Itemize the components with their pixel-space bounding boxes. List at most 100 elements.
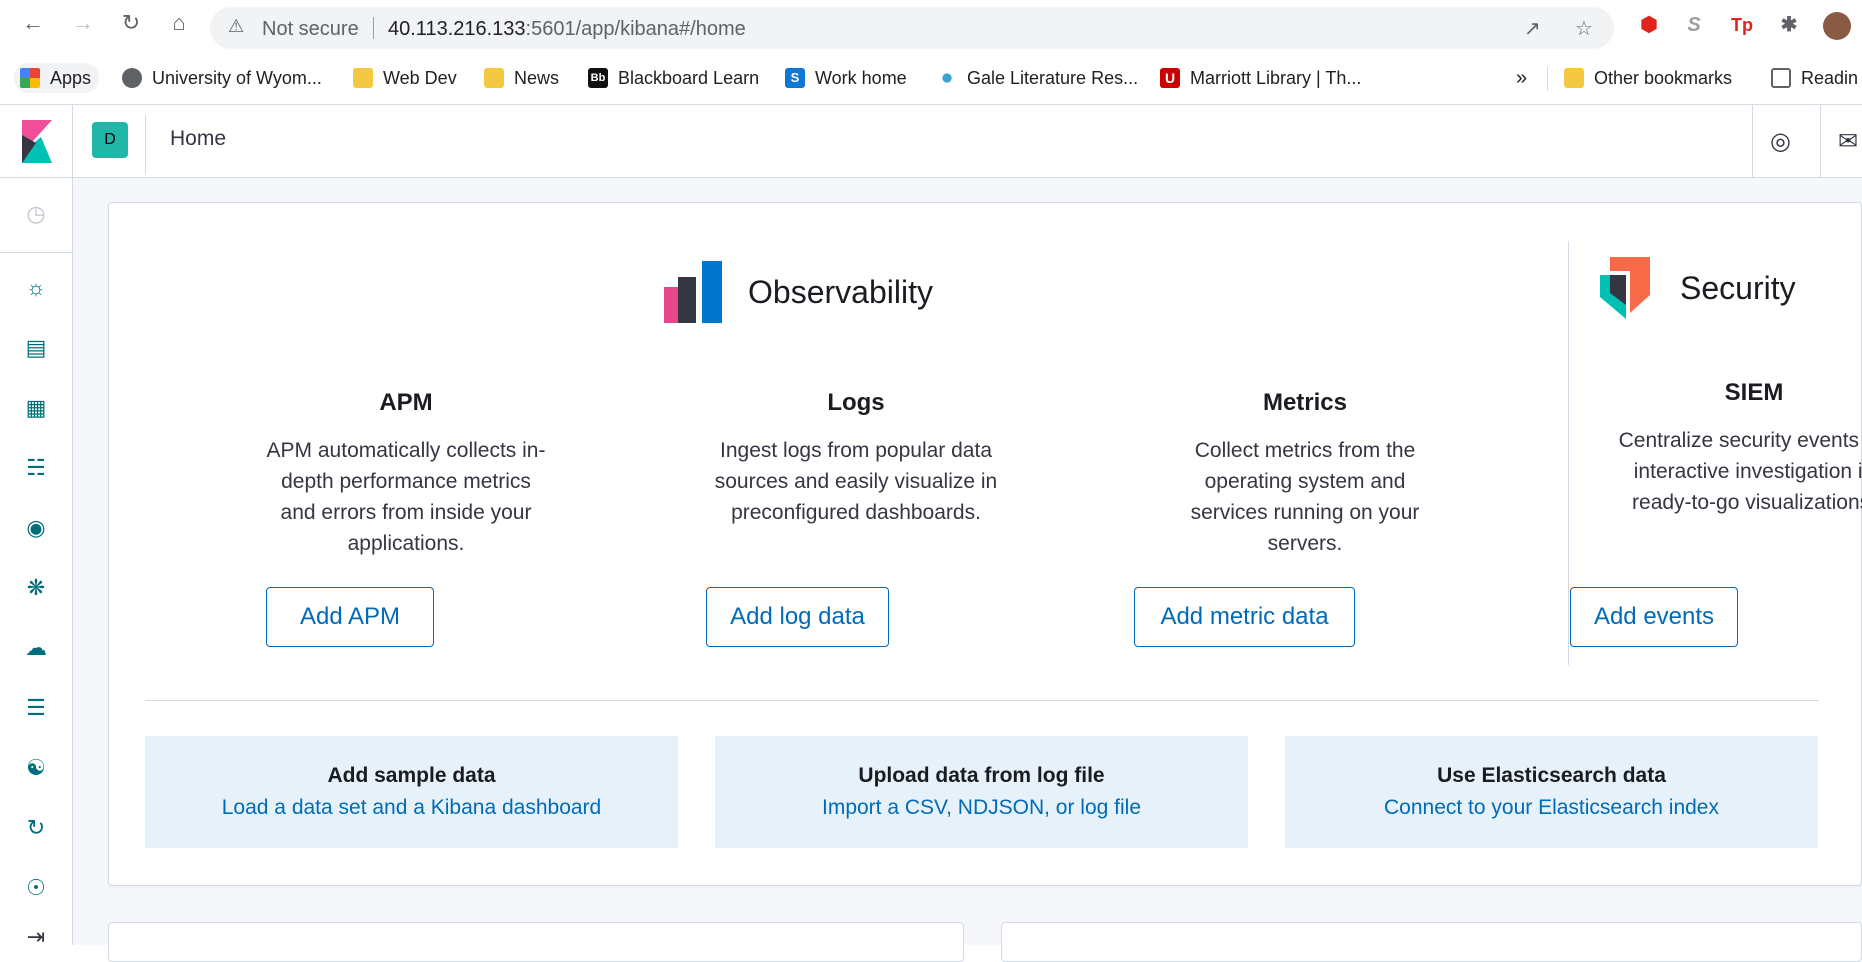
kibana-logo[interactable] [0,105,73,178]
back-icon[interactable]: ← [20,10,46,36]
bookmark-label: Readin [1801,67,1859,88]
logs-title: Logs [827,389,885,416]
maps-icon[interactable]: ◉ [22,514,50,542]
elasticsearch-data-card[interactable]: Use Elasticsearch data Connect to your E… [1285,736,1818,848]
reload-icon[interactable]: ↻ [118,10,144,36]
bookmark-apps[interactable]: Apps [14,63,100,93]
observability-title: Observability [748,273,933,310]
add-log-data-button[interactable]: Add log data [706,587,889,647]
space-avatar[interactable]: D [92,122,128,158]
bookmark-label: Apps [50,67,92,88]
sample-data-link[interactable]: Load a data set and a Kibana dashboard [145,796,678,820]
url-path: :5601/app/kibana#/home [525,18,746,40]
folder-icon [484,68,504,88]
uptime-icon[interactable]: ↻ [22,814,50,842]
bookmark-label: Blackboard Learn [618,67,760,88]
gale-icon [937,68,957,88]
recent-clock-icon[interactable]: ◷ [22,200,50,228]
address-bar[interactable]: ⚠ Not secure 40.113.216.133:5601/app/kib… [210,7,1614,49]
logs-card: Logs Ingest logs from popular data sourc… [696,389,1016,528]
profile-avatar[interactable] [1823,12,1851,40]
reading-list[interactable]: Readin [1771,63,1858,93]
visualize-chart-icon[interactable]: ▤ [22,334,50,362]
extensions-icon[interactable]: ✱ [1776,12,1802,38]
upload-file-link[interactable]: Import a CSV, NDJSON, or log file [715,796,1248,820]
siem-icon[interactable]: ☉ [22,874,50,902]
url-text[interactable]: 40.113.216.133:5601/app/kibana#/home [388,18,746,41]
discover-compass-icon[interactable]: ☼ [22,274,50,302]
lower-left-card [108,922,964,962]
add-events-button[interactable]: Add events [1570,587,1738,647]
bookmark-star-icon[interactable]: ☆ [1575,16,1593,41]
forward-icon[interactable]: → [70,10,96,36]
bookmark-blackboard[interactable]: Bb Blackboard Learn [588,63,759,93]
bookmark-marriott[interactable]: U Marriott Library | Th... [1160,63,1361,93]
ml-icon[interactable]: ❋ [22,574,50,602]
bookmark-label: University of Wyom... [152,67,322,88]
help-icon[interactable]: ◎ [1770,127,1791,156]
share-icon[interactable]: ↗ [1524,16,1541,41]
bookmark-label: Work home [815,67,907,88]
bookmark-news[interactable]: News [484,63,559,93]
lower-right-card [1001,922,1862,962]
header-divider [145,115,146,175]
bookmark-webdev[interactable]: Web Dev [353,63,457,93]
folder-icon [1564,68,1584,88]
home-icon[interactable]: ⌂ [166,10,192,36]
apm-title: APM [379,389,433,416]
bookmark-work-home[interactable]: S Work home [785,63,907,93]
omnibox-divider [373,17,374,39]
header-divider [1820,105,1821,178]
blackboard-icon: Bb [588,68,608,88]
security-header: Security [1600,257,1796,319]
globe-icon [122,68,142,88]
side-nav: ◷ ☼ ▤ ▦ ☵ ◉ ❋ ☁ ☰ ☯ ↻ ☉ ⇥ [0,178,73,949]
logs-icon[interactable]: ☰ [22,694,50,722]
add-apm-button[interactable]: Add APM [266,587,434,647]
header-divider [1752,105,1753,178]
siem-description: Centralize security events for interacti… [1618,429,1862,514]
s-extension-icon[interactable]: S [1681,12,1707,38]
add-metric-data-button[interactable]: Add metric data [1134,587,1355,647]
upload-file-card[interactable]: Upload data from log file Import a CSV, … [715,736,1248,848]
bookmark-other[interactable]: Other bookmarks [1564,63,1732,93]
dashboard-icon[interactable]: ▦ [22,394,50,422]
infrastructure-icon[interactable]: ☁ [22,634,50,662]
logs-description: Ingest logs from popular data sources an… [714,439,998,524]
apm-icon[interactable]: ☯ [22,754,50,782]
observability-header: Observability [664,261,933,323]
url-host: 40.113.216.133 [388,18,526,40]
utah-u-icon: U [1160,68,1180,88]
folder-icon [353,68,373,88]
collapse-nav-icon[interactable]: ⇥ [22,923,50,951]
tp-extension-icon[interactable]: Tp [1729,12,1755,38]
canvas-icon[interactable]: ☵ [22,454,50,482]
elasticsearch-data-link[interactable]: Connect to your Elasticsearch index [1285,796,1818,820]
warning-icon: ⚠ [228,16,245,36]
bookmark-university[interactable]: University of Wyom... [122,63,322,93]
reading-list-icon [1771,68,1791,88]
bookmarks-divider [1547,67,1548,91]
mail-icon[interactable]: ✉ [1838,127,1858,156]
nav-divider [0,252,73,253]
bookmark-label: Gale Literature Res... [967,67,1139,88]
siem-card: SIEM Centralize security events for inte… [1594,379,1862,518]
upload-file-title: Upload data from log file [858,764,1105,787]
not-secure-label: Not secure [262,18,359,40]
solutions-panel: Observability Security APM APM automatic… [108,202,1862,886]
bookmark-label: Other bookmarks [1594,67,1733,88]
kibana-header: D Home ◎ ✉ [0,105,1862,178]
more-bookmarks-chevron[interactable]: » [1516,63,1527,93]
apm-card: APM APM automatically collects in-depth … [246,389,566,559]
bookmark-gale[interactable]: Gale Literature Res... [937,63,1138,93]
elasticsearch-data-title: Use Elasticsearch data [1437,764,1666,787]
sample-data-card[interactable]: Add sample data Load a data set and a Ki… [145,736,678,848]
apm-description: APM automatically collects in-depth perf… [266,439,546,555]
bookmarks-bar: Apps University of Wyom... Web Dev News … [0,55,1862,99]
adblock-icon[interactable]: ⬢ [1636,12,1662,38]
browser-toolbar: ← → ↻ ⌂ ⚠ Not secure 40.113.216.133:5601… [0,0,1862,49]
siem-title: SIEM [1724,379,1784,406]
metrics-title: Metrics [1262,389,1348,416]
security-logo-icon [1600,257,1650,319]
security-title: Security [1680,269,1796,306]
